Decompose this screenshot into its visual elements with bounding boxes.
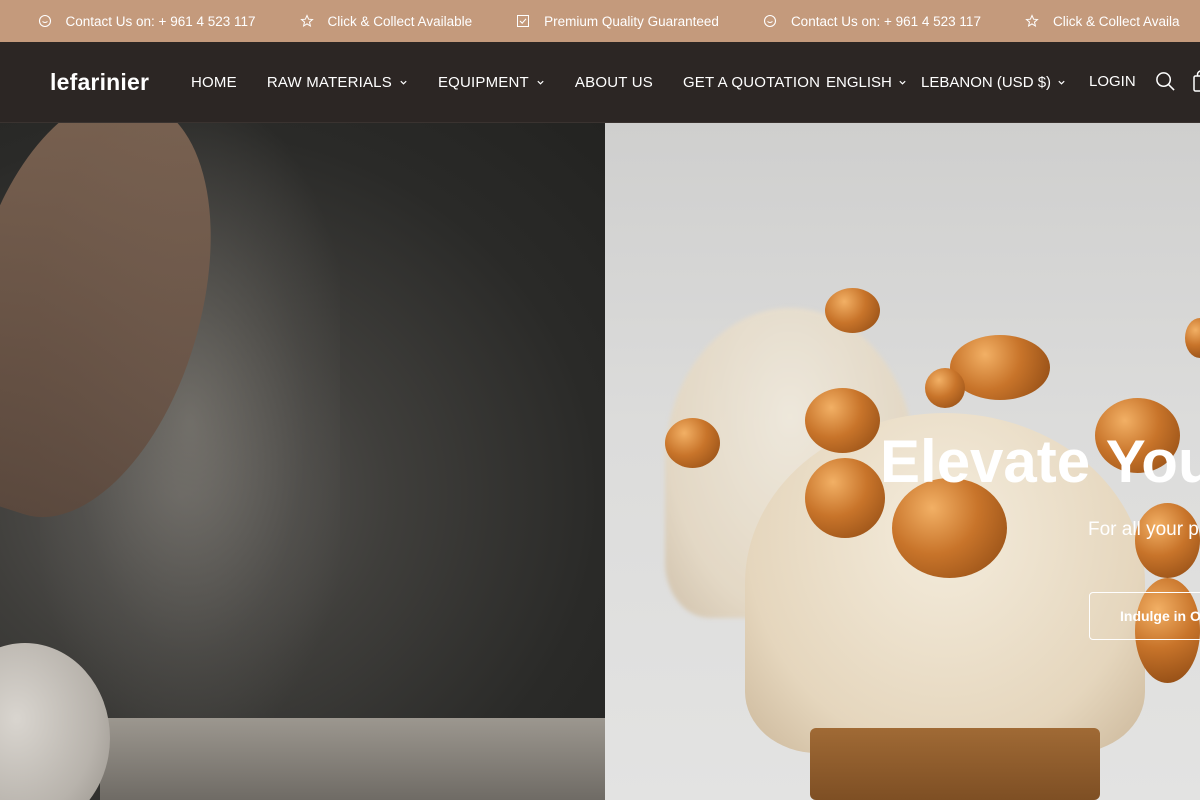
currency-select[interactable]: LEBANON (USD $) [921,74,1066,91]
nav-equipment[interactable]: EQUIPMENT [438,74,545,91]
language-selector[interactable]: ENGLISH [826,42,907,123]
announcement-track: d Contact Us on: + 961 4 523 117 Click &… [0,0,1200,42]
nav-label: ABOUT US [574,74,653,91]
nav-get-a-quotation[interactable]: GET A QUOTATION [683,74,820,91]
pastry-base [810,728,1100,800]
caramel-ball [805,388,880,453]
chat-icon [763,14,776,28]
currency-selector[interactable]: LEBANON (USD $) [921,42,1066,123]
cart-icon[interactable] [1192,70,1200,92]
chevron-down-icon [537,80,544,85]
nav-raw-materials[interactable]: RAW MATERIALS [267,74,408,91]
chevron-down-icon [400,80,407,85]
announcement-text: Click & Collect Availa [1052,13,1180,29]
announcement-bar: d Contact Us on: + 961 4 523 117 Click &… [0,0,1200,42]
site-logo[interactable]: lefarinier [50,69,149,96]
nav-home[interactable]: HOME [191,74,237,91]
chat-icon [38,14,51,28]
chevron-down-icon [899,80,906,85]
chevron-down-icon [1058,80,1065,85]
hero-cta-button[interactable]: Indulge in O [1089,592,1200,640]
nav-label: GET A QUOTATION [682,74,821,91]
announcement-text: Click & Collect Available [327,13,473,29]
announcement-item: Premium Quality Guaranteed [516,14,719,29]
caramel-ball [925,368,965,408]
hero-image-baker [0,123,605,800]
hero-subheading: For all your p [1088,519,1199,540]
caramel-ball [805,458,885,538]
hero-heading: Elevate You [880,428,1200,495]
check-square-icon [517,15,530,27]
search-icon[interactable] [1155,71,1176,92]
currency-value: LEBANON (USD $) [921,74,1052,91]
site-header: lefarinier HOME RAW MATERIALS EQUIPMENT … [0,42,1200,123]
caramel-ball [825,288,880,333]
language-value: ENGLISH [826,74,892,91]
announcement-item: Contact Us on: + 961 4 523 117 [38,14,256,29]
star-icon [1025,14,1039,28]
announcement-text: Contact Us on: + 961 4 523 117 [65,13,256,29]
nav-about-us[interactable]: ABOUT US [575,74,653,91]
caramel-ball [1185,318,1200,358]
nav-label: HOME [191,74,237,91]
nav-label: RAW MATERIALS [266,74,392,91]
announcement-item: Click & Collect Availa [1025,14,1180,29]
announcement-text: Premium Quality Guaranteed [544,13,719,29]
announcement-item: Click & Collect Available [299,13,473,29]
login-link[interactable]: LOGIN [1089,73,1136,90]
main-nav: HOME RAW MATERIALS EQUIPMENT ABOUT US GE… [191,42,850,123]
hero-cta-label: Indulge in O [1120,608,1200,624]
star-icon [299,14,314,28]
work-table [100,718,605,800]
announcement-text: Contact Us on: + 961 4 523 117 [790,13,981,29]
announcement-item: Contact Us on: + 961 4 523 117 [763,14,981,29]
nav-label: EQUIPMENT [437,74,529,91]
language-select[interactable]: ENGLISH [826,74,907,91]
caramel-ball [950,335,1050,400]
caramel-ball [665,418,720,468]
